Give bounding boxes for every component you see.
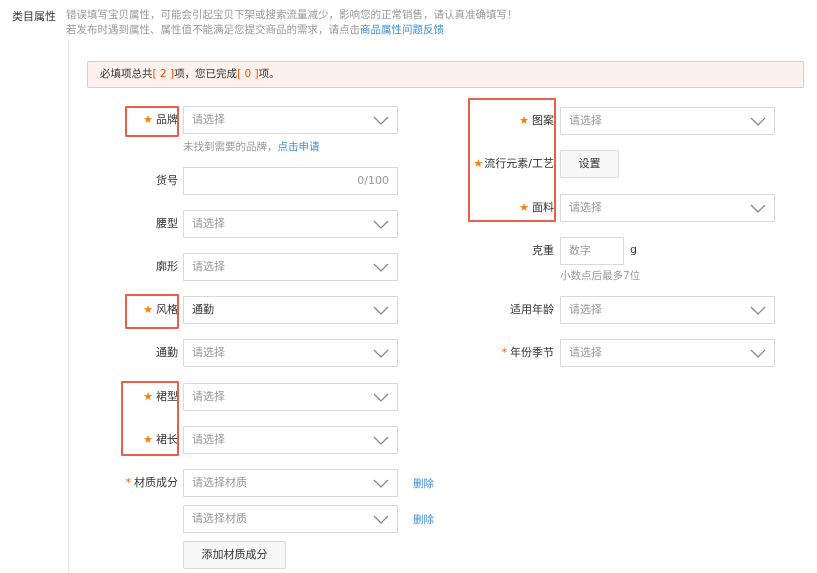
required-alert: 必填项总共[ 2 ]项，您已完成[ 0 ]项。 (87, 61, 804, 88)
chevron-down-icon (750, 306, 766, 315)
brand-hint: 未找到需要的品牌，点击申请 (183, 141, 320, 153)
required-star-icon: * (501, 346, 508, 359)
item-no-label: 货号 (156, 174, 178, 187)
weight-unit: g (630, 243, 637, 256)
skirt-length-select[interactable]: 请选择 (183, 426, 398, 454)
brand-apply-link[interactable]: 点击申请 (278, 141, 320, 153)
chevron-down-icon (373, 393, 389, 402)
chevron-down-icon (373, 349, 389, 358)
section-label: 类目属性 (12, 10, 56, 23)
commute-select[interactable]: 请选择 (183, 339, 398, 367)
trend-setting-button[interactable]: 设置 (560, 150, 619, 178)
attribute-feedback-link[interactable]: 商品属性问题反馈 (360, 24, 444, 36)
commute-label: 通勤 (156, 346, 178, 359)
chevron-down-icon (750, 204, 766, 213)
warning-text: 错误填写宝贝属性，可能会引起宝贝下架或搜索流量减少，影响您的正常销售，请认真准确… (66, 9, 518, 36)
weight-hint: 小数点后最多7位 (560, 270, 641, 282)
char-counter: 0/100 (357, 174, 389, 187)
material-select-2[interactable]: 请选择材质 (183, 505, 398, 533)
chevron-down-icon (373, 263, 389, 272)
highlight-box-style (125, 294, 179, 329)
chevron-down-icon (750, 349, 766, 358)
skirt-type-select[interactable]: 请选择 (183, 383, 398, 411)
fabric-select[interactable]: 请选择 (560, 194, 775, 222)
chevron-down-icon (373, 116, 389, 125)
material-select-1[interactable]: 请选择材质 (183, 469, 398, 497)
material-label: * 材质成分 (125, 476, 179, 489)
chevron-down-icon (750, 117, 766, 126)
highlight-box-skirt (121, 381, 179, 456)
season-label: * 年份季节 (501, 346, 555, 359)
delete-material-link-1[interactable]: 删除 (413, 476, 434, 491)
waist-label: 腰型 (156, 217, 178, 230)
chevron-down-icon (373, 515, 389, 524)
weight-label: 克重 (532, 244, 554, 257)
chevron-down-icon (373, 220, 389, 229)
waist-select[interactable]: 请选择 (183, 210, 398, 238)
season-select[interactable]: 请选择 (560, 339, 775, 367)
highlight-box-brand (125, 106, 179, 137)
chevron-down-icon (373, 436, 389, 445)
silhouette-select[interactable]: 请选择 (183, 253, 398, 281)
age-label: 适用年龄 (510, 303, 554, 316)
item-no-input[interactable]: 0/100 (183, 167, 398, 195)
age-select[interactable]: 请选择 (560, 296, 775, 324)
add-material-button[interactable]: 添加材质成分 (183, 541, 286, 569)
pattern-select[interactable]: 请选择 (560, 107, 775, 135)
chevron-down-icon (373, 479, 389, 488)
highlight-box-right (468, 98, 556, 222)
silhouette-label: 廓形 (156, 260, 178, 273)
required-star-icon: * (125, 476, 132, 489)
style-select[interactable]: 通勤 (183, 296, 398, 324)
delete-material-link-2[interactable]: 删除 (413, 512, 434, 527)
chevron-down-icon (373, 306, 389, 315)
brand-select[interactable]: 请选择 (183, 106, 398, 134)
weight-input[interactable]: 数字 (560, 237, 624, 265)
